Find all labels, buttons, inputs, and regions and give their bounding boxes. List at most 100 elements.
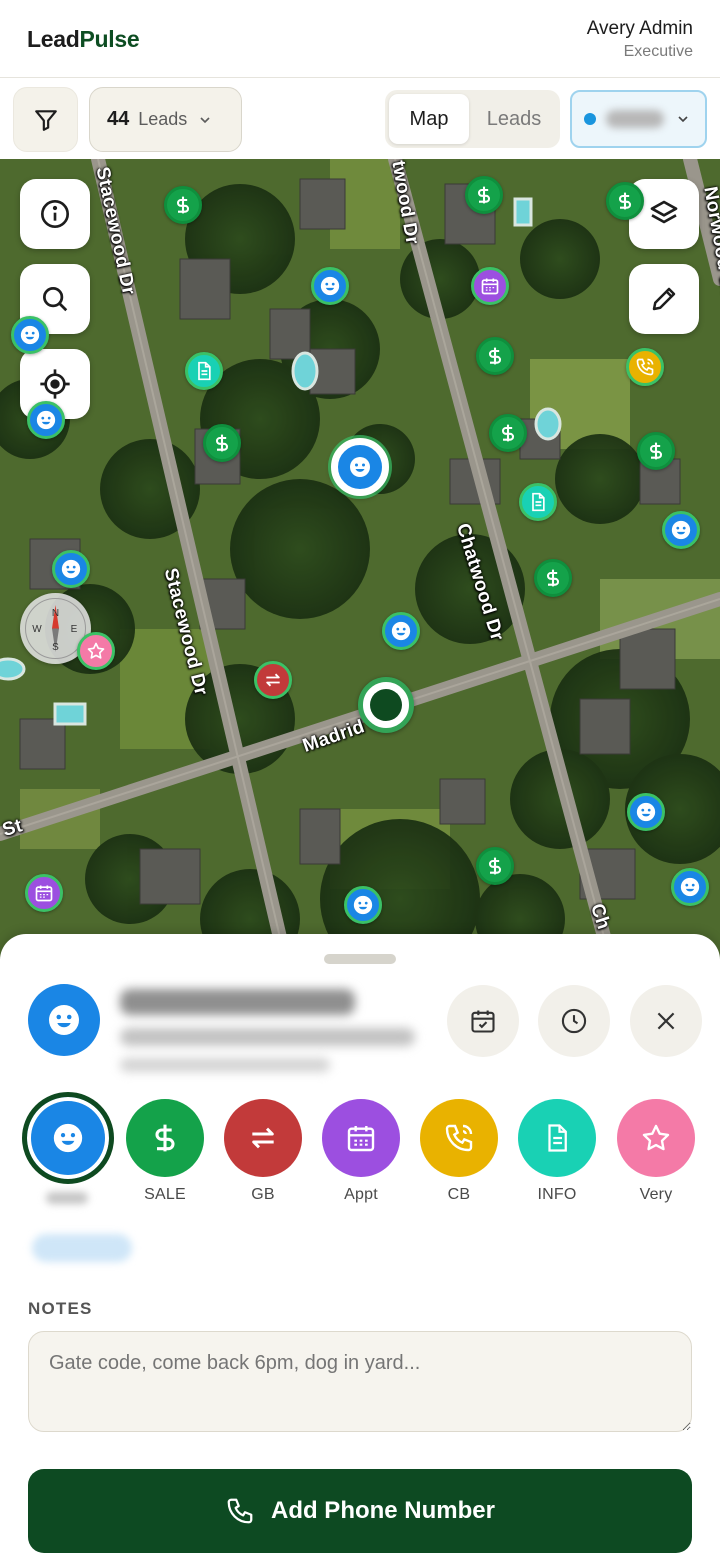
status-option-gb[interactable]: GB [218,1096,308,1204]
phone-callback-icon [636,358,654,376]
brand-pulse-text: Pulse [79,26,140,52]
status-option-cb[interactable]: CB [414,1096,504,1204]
smiley-icon [353,895,373,915]
dollar-icon [650,442,662,460]
user-role: Executive [623,43,693,60]
lead-pin-sale[interactable] [465,176,503,214]
lead-pin-contacted[interactable] [662,511,700,549]
lead-pin-contacted[interactable] [671,868,709,906]
status-circle [518,1099,596,1177]
info-button[interactable] [20,179,90,249]
smiley-icon [36,410,56,430]
pencil-icon [652,287,676,311]
lead-pin-appt[interactable] [25,874,63,912]
lead-pin-appt[interactable] [471,267,509,305]
lead-pin-gb[interactable] [254,661,292,699]
lead-pin-info[interactable] [519,483,557,521]
filter-button[interactable] [13,87,78,152]
dollar-icon [502,424,514,442]
lead-pin-contacted[interactable] [11,316,49,354]
lead-pin-sale[interactable] [606,182,644,220]
smiley-icon [636,802,656,822]
smiley-icon [20,325,40,345]
status-circle [322,1099,400,1177]
map-toolbar: 44 Leads Map Leads [0,79,720,159]
lead-pin-sale[interactable] [476,337,514,375]
lead-pin-sale[interactable] [476,847,514,885]
lead-pin-sale[interactable] [534,559,572,597]
close-button[interactable] [630,985,702,1057]
status-option-info[interactable]: INFO [512,1096,602,1204]
notes-input[interactable] [28,1331,692,1432]
lead-pin-contacted[interactable] [27,401,65,439]
lead-meta-redacted [120,1058,330,1072]
lead-tag-redacted [32,1234,132,1262]
close-icon [657,1012,675,1030]
dollar-icon [489,347,501,365]
phone-callback-icon [445,1124,473,1152]
status-option-appt[interactable]: Appt [316,1096,406,1204]
schedule-button[interactable] [447,985,519,1057]
satellite-map[interactable]: Stacewood Dr twood Dr Norwood Dr Chatwoo… [0,159,720,959]
status-label: Appt [344,1186,378,1203]
smiley-icon [391,621,411,641]
smiley-icon [49,1005,79,1035]
user-profile[interactable]: Avery Admin Executive [587,18,693,61]
info-icon [41,200,69,228]
tab-leads[interactable]: Leads [473,94,555,144]
team-selector[interactable] [570,90,707,148]
document-icon [198,361,211,381]
notes-label: NOTES [28,1299,93,1318]
lead-pin-callback[interactable] [626,348,664,386]
filter-icon [34,109,57,131]
status-label: INFO [537,1186,577,1203]
smiley-icon [350,457,370,477]
lead-pin-sale[interactable] [164,186,202,224]
smiley-icon [61,559,81,579]
swap-icon [252,1127,274,1149]
view-toggle: Map Leads [385,90,560,148]
lead-pin-contacted[interactable] [382,612,420,650]
lead-pin-info[interactable] [185,352,223,390]
status-label: SALE [144,1186,186,1203]
sheet-drag-handle[interactable] [324,954,396,964]
star-icon [87,642,105,659]
document-icon [548,1124,567,1152]
team-status-dot [584,113,596,125]
lead-pin-contacted[interactable] [52,550,90,588]
leads-count-dropdown[interactable]: 44 Leads [89,87,242,152]
calendar-check-icon [471,1010,495,1033]
lead-pin-contacted[interactable] [627,793,665,831]
status-option-sale[interactable]: SALE [120,1096,210,1204]
app-header: LeadPulse Avery Admin Executive [0,0,720,78]
history-button[interactable] [538,985,610,1057]
document-icon [532,492,545,512]
draw-button[interactable] [629,264,699,334]
smiley-icon [671,520,691,540]
lead-pin-contacted[interactable] [311,267,349,305]
status-label: GB [251,1186,275,1203]
chevron-down-icon [678,116,688,123]
status-circle [617,1099,695,1177]
lead-pin-very[interactable] [77,632,115,670]
tab-map[interactable]: Map [389,94,469,144]
lead-detail-sheet: SALE GB Appt CB INFO Very NOTES Gate cod… [0,934,720,1564]
dollar-icon [489,857,501,875]
swap-icon [266,673,280,687]
status-option-very[interactable]: Very [611,1096,701,1204]
lead-status-avatar [28,984,100,1056]
star-icon [642,1124,670,1151]
lead-pin-contacted[interactable] [344,886,382,924]
status-circle [126,1099,204,1177]
phone-icon [227,1498,253,1524]
brand-logo: LeadPulse [27,26,140,53]
brand-lead-text: Lead [27,26,80,52]
status-option-contacted[interactable] [22,1092,114,1204]
lead-pin-sale[interactable] [203,424,241,462]
status-label: Very [639,1186,673,1203]
lead-pin-sale[interactable] [637,432,675,470]
lead-pin-selected[interactable] [331,438,389,496]
dollar-icon [155,1124,175,1152]
lead-pin-sale[interactable] [489,414,527,452]
add-phone-button[interactable]: Add Phone Number [28,1469,692,1553]
